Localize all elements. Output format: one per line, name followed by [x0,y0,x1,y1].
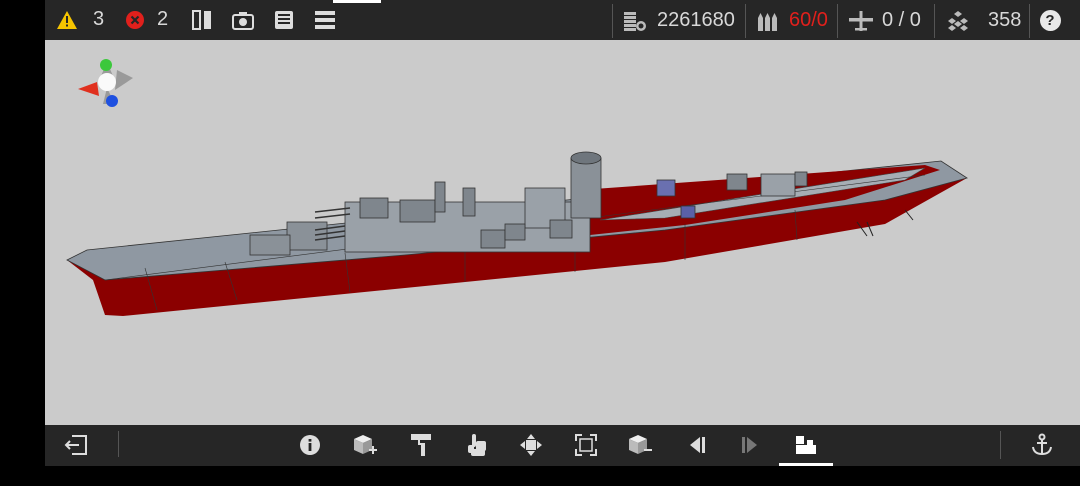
mirror-view-icon [191,9,213,31]
select-button[interactable] [456,425,496,465]
toolbar-divider [612,4,613,38]
menu-icon [315,11,335,29]
parts-stat: 358 [946,9,1021,32]
warnings-counter[interactable]: 3 [57,8,104,31]
screenshot-button[interactable] [223,0,263,40]
help-button[interactable]: ? [1030,0,1070,40]
exit-icon [64,435,88,455]
ship-3d-viewport[interactable] [45,40,1080,425]
hand-pointer-icon [465,433,487,457]
aircraft-icon [848,10,874,32]
menu-button[interactable] [305,0,345,40]
toolbar-divider [118,431,119,457]
errors-count: 2 [157,8,169,30]
toolbar-divider [745,4,746,38]
add-block-icon [352,433,378,457]
builder-mode-button[interactable] [786,425,826,465]
ship-model[interactable] [66,151,968,316]
next-icon [741,435,761,455]
resize-frame-icon [575,434,597,456]
add-block-button[interactable] [345,425,385,465]
previous-icon [686,435,706,455]
next-button[interactable] [731,425,771,465]
cost-value: 2261680 [657,9,735,31]
ammo-value: 60/0 [789,9,828,31]
exit-button[interactable] [56,425,96,465]
parts-icon [946,10,970,32]
camera-icon [232,10,254,30]
coins-icon [623,10,647,32]
app-screen: 3 2 2261680 60/0 0 / 0 358 ? [45,0,1080,486]
resize-button[interactable] [566,425,606,465]
paint-button[interactable] [401,425,441,465]
ship-scene [66,59,968,316]
anchor-icon [1030,433,1054,457]
toolbar-divider [837,4,838,38]
ammo-stat: 60/0 [757,9,828,32]
errors-counter[interactable]: 2 [125,8,168,31]
parts-value: 358 [988,9,1022,31]
active-tool-indicator [779,463,833,466]
info-icon [299,434,321,456]
toolbar-divider [1000,431,1001,459]
aircraft-stat: 0 / 0 [848,9,921,32]
help-label: ? [1045,11,1055,29]
paint-roller-icon [410,433,432,457]
orientation-gizmo[interactable] [78,59,133,107]
save-icon [274,10,294,30]
top-toolbar: 3 2 2261680 60/0 0 / 0 358 ? [45,0,1080,40]
builder-mode-icon [794,434,818,456]
help-icon: ? [1039,9,1061,31]
move-button[interactable] [511,425,551,465]
previous-button[interactable] [676,425,716,465]
remove-block-button[interactable] [620,425,660,465]
bottom-toolbar [45,425,1080,466]
move-arrows-icon [519,433,543,457]
ammo-icon [757,11,779,31]
aircraft-value: 0 / 0 [882,9,921,31]
warnings-count: 3 [93,8,105,30]
anchor-button[interactable] [1022,425,1062,465]
remove-block-icon [627,433,653,457]
error-icon [125,10,145,30]
cost-stat: 2261680 [623,9,735,32]
mirror-view-button[interactable] [182,0,222,40]
save-button[interactable] [264,0,304,40]
toolbar-divider [934,4,935,38]
info-button[interactable] [290,425,330,465]
warning-icon [57,10,77,29]
